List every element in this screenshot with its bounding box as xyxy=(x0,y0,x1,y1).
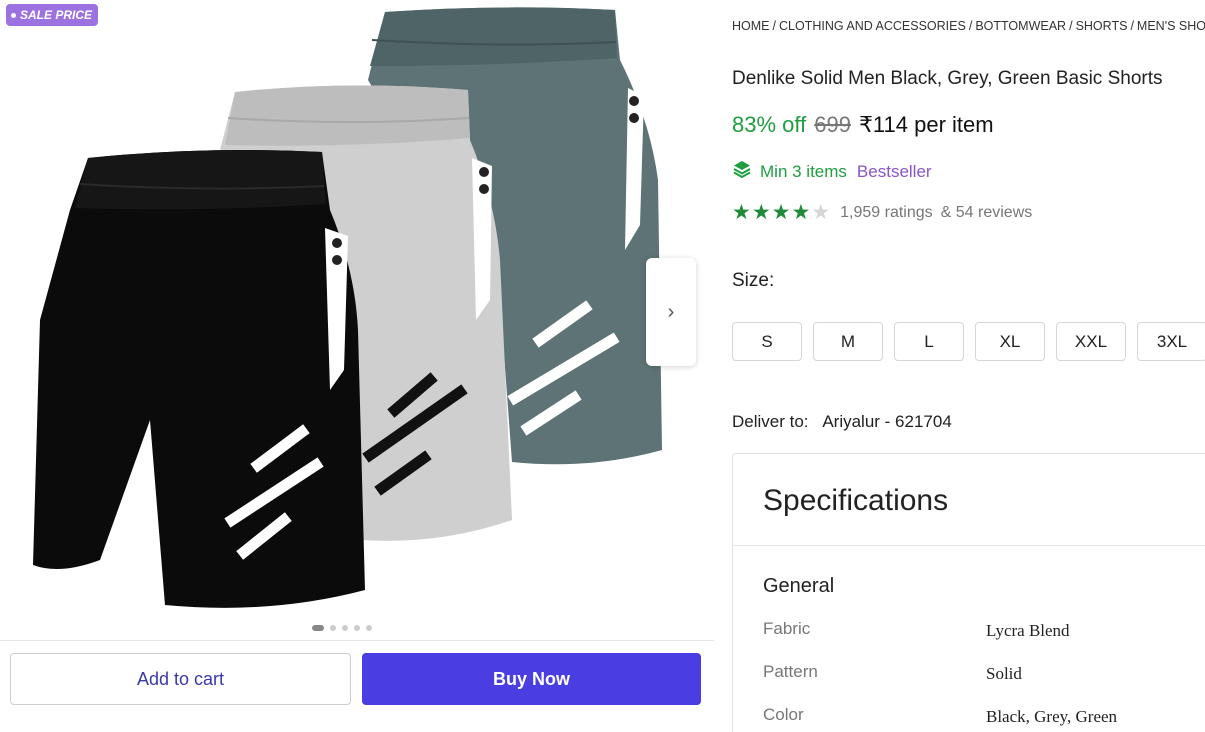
sale-badge-label: SALE PRICE xyxy=(20,8,93,22)
size-option-xl[interactable]: XL xyxy=(975,322,1045,361)
add-to-cart-button[interactable]: Add to cart xyxy=(10,653,351,705)
spec-group-title: General xyxy=(763,575,835,597)
spec-row: Pattern Solid xyxy=(763,662,1203,686)
deliver-location-value: Ariyalur - 621704 xyxy=(822,412,952,431)
size-label: Size: xyxy=(732,270,775,291)
spec-value: Solid xyxy=(986,664,1022,683)
breadcrumb-separator: / xyxy=(1069,19,1073,33)
deliver-to-label: Deliver to: xyxy=(732,412,809,431)
reviews-count: & 54 reviews xyxy=(940,203,1033,221)
size-option-xxl[interactable]: XXL xyxy=(1056,322,1126,361)
original-price: 699 xyxy=(814,112,851,137)
breadcrumb-separator: / xyxy=(772,19,776,33)
product-image xyxy=(33,7,662,608)
breadcrumb-item[interactable]: HOME xyxy=(732,19,770,33)
size-option-l[interactable]: L xyxy=(894,322,964,361)
breadcrumb-item[interactable]: MEN'S SHO xyxy=(1137,19,1205,33)
star-icon: ★ xyxy=(732,201,751,224)
ratings-count: 1,959 ratings xyxy=(840,203,933,221)
pagination-dot[interactable] xyxy=(330,625,336,631)
breadcrumb-separator: / xyxy=(1130,19,1134,33)
image-pagination-dots xyxy=(312,625,372,631)
rating-row[interactable]: ★ ★ ★ ★ ★ 1,959 ratings & 54 reviews xyxy=(732,202,1032,223)
pagination-dot[interactable] xyxy=(366,625,372,631)
star-icon: ★ xyxy=(771,201,791,224)
specifications-title: Specifications xyxy=(763,484,949,517)
breadcrumb-separator: / xyxy=(968,19,973,33)
layers-icon xyxy=(732,159,752,184)
badge-dot-icon xyxy=(11,12,16,18)
product-image-gallery[interactable]: SALE PRICE › xyxy=(0,0,714,640)
chevron-right-icon: › xyxy=(667,300,675,323)
spec-row: Fabric Lycra Blend xyxy=(763,619,1203,643)
next-image-button[interactable]: › xyxy=(646,258,696,366)
min-items-label: Min 3 items xyxy=(760,161,847,181)
sale-price-badge: SALE PRICE xyxy=(6,4,99,26)
size-option-3xl[interactable]: 3XL xyxy=(1137,322,1205,361)
pagination-dot[interactable] xyxy=(354,625,360,631)
size-option-m[interactable]: M xyxy=(813,322,883,361)
breadcrumb-item[interactable]: SHORTS xyxy=(1076,19,1128,33)
breadcrumb-item[interactable]: CLOTHING AND ACCESSORIES xyxy=(779,19,966,33)
delivery-location[interactable]: Deliver to: Ariyalur - 621704 xyxy=(732,412,952,432)
discount-percent: 83% off xyxy=(732,112,807,137)
bestseller-badge: Bestseller xyxy=(856,161,932,181)
pagination-dot[interactable] xyxy=(312,625,324,631)
buy-now-button[interactable]: Buy Now xyxy=(362,653,701,705)
selling-price: ₹114 per item xyxy=(858,112,994,137)
spec-key: Pattern xyxy=(763,662,818,681)
divider xyxy=(733,545,1205,546)
size-selector: S M L XL XXL 3XL xyxy=(732,322,1205,361)
star-icon: ★ xyxy=(811,201,831,224)
min-items-row: Min 3 items Bestseller xyxy=(732,159,932,184)
action-bar: Add to cart Buy Now xyxy=(0,640,714,716)
product-title: Denlike Solid Men Black, Grey, Green Bas… xyxy=(732,68,1163,89)
spec-row: Color Black, Grey, Green xyxy=(763,705,1203,729)
spec-key: Fabric xyxy=(763,619,811,638)
size-option-s[interactable]: S xyxy=(732,322,802,361)
breadcrumb-item[interactable]: BOTTOMWEAR xyxy=(975,19,1066,33)
breadcrumb: HOME / CLOTHING AND ACCESSORIES / BOTTOMWEAR… xyxy=(732,19,1205,33)
price-row: 83% off 699 ₹114 per item xyxy=(732,112,994,138)
spec-key: Color xyxy=(763,705,804,724)
star-icon: ★ xyxy=(751,201,771,224)
black-shorts-image xyxy=(33,150,365,608)
spec-value: Black, Grey, Green xyxy=(986,707,1118,726)
product-details-panel: HOME / CLOTHING AND ACCESSORIES / BOTTOMWEAR… xyxy=(732,0,1205,732)
star-rating: ★ ★ ★ ★ ★ xyxy=(732,202,830,223)
specifications-card: Specifications General Fabric Lycra Blen… xyxy=(732,453,1205,732)
star-icon: ★ xyxy=(791,201,811,224)
spec-value: Lycra Blend xyxy=(986,621,1070,640)
pagination-dot[interactable] xyxy=(342,625,348,631)
